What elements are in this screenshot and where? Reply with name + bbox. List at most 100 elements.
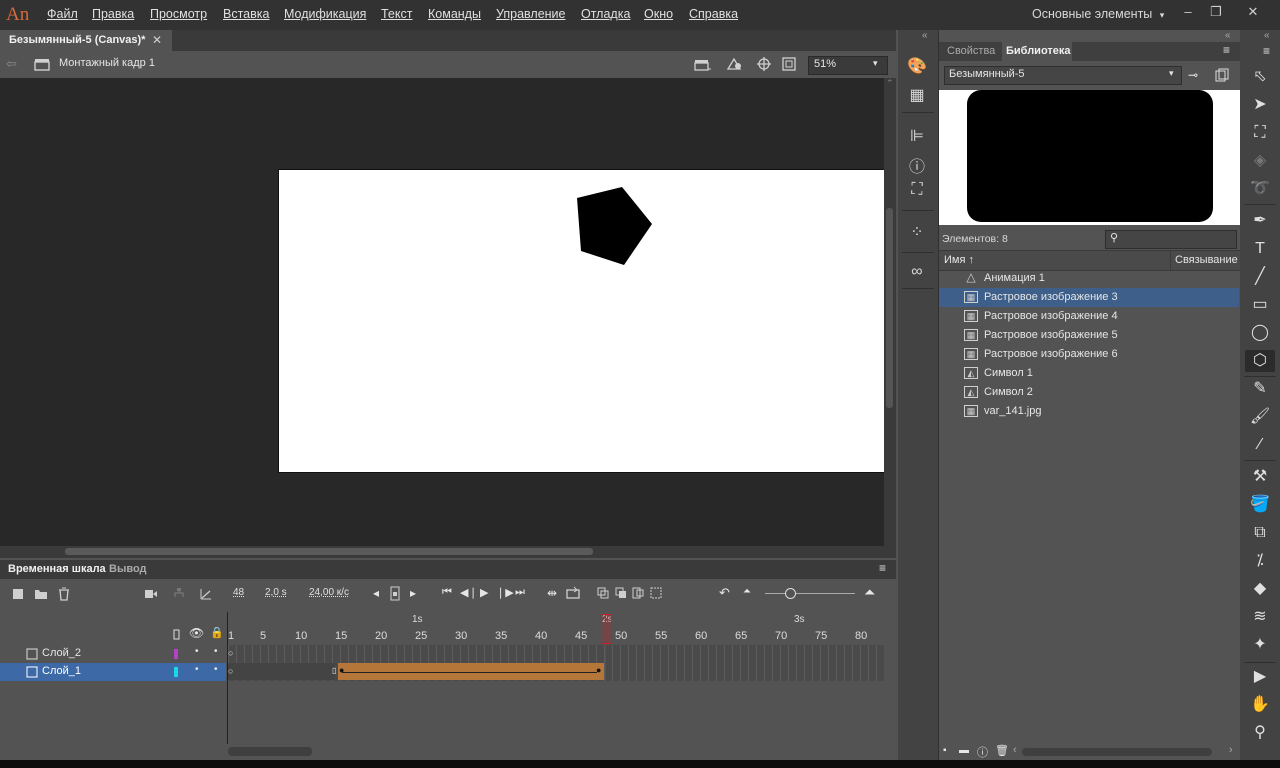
- step-forward-icon[interactable]: ❘▶: [496, 586, 514, 599]
- timeline-scrollbar[interactable]: [0, 744, 896, 760]
- collapse-panels-icon[interactable]: «: [922, 30, 928, 41]
- subselection-tool-icon[interactable]: ➤: [1249, 94, 1271, 116]
- new-folder-icon[interactable]: [34, 588, 48, 600]
- zoom-tool-icon[interactable]: ⚲: [1249, 722, 1271, 744]
- scene-name[interactable]: Монтажный кадр 1: [59, 57, 155, 69]
- edit-symbols-icon[interactable]: [725, 56, 745, 72]
- elapsed-time-field[interactable]: 2,0 s: [265, 587, 287, 598]
- new-symbol-icon[interactable]: ▪: [943, 745, 947, 756]
- layer-color-swatch[interactable]: [174, 667, 178, 677]
- menu-view[interactable]: Просмотр: [150, 7, 207, 21]
- onion-skin-outlines-icon[interactable]: [615, 587, 627, 599]
- step-back-icon[interactable]: ◀❘: [460, 586, 478, 599]
- timeline-zoom-slider-handle[interactable]: [785, 588, 796, 599]
- eyedropper-tool-icon[interactable]: ⁒: [1249, 550, 1271, 572]
- go-to-last-frame-icon[interactable]: ⏭: [515, 586, 525, 599]
- add-keyframe-icon[interactable]: [390, 586, 400, 601]
- library-item[interactable]: ▦ Растровое изображение 5: [939, 326, 1239, 345]
- play-icon[interactable]: ▶: [480, 586, 488, 599]
- modify-markers-icon[interactable]: [650, 587, 662, 599]
- menu-control[interactable]: Управление: [496, 7, 566, 21]
- library-item[interactable]: ◭ Символ 2: [939, 383, 1239, 402]
- go-to-first-frame-icon[interactable]: ⏮: [442, 586, 452, 599]
- layer-outline-icon[interactable]: [173, 629, 180, 640]
- easing-graph-icon[interactable]: [199, 587, 213, 601]
- layer-row-layer-2[interactable]: Слой_2 • •: [0, 645, 226, 663]
- library-document-select[interactable]: Безымянный-5 ▾: [944, 66, 1182, 85]
- undo-icon[interactable]: ↶: [719, 585, 730, 601]
- pentagon-shape[interactable]: [576, 186, 654, 266]
- center-stage-icon[interactable]: [756, 56, 772, 72]
- menu-window[interactable]: Окно: [644, 7, 673, 21]
- back-arrow-icon[interactable]: ⇦: [6, 56, 17, 72]
- layer-lock-dot[interactable]: •: [214, 664, 218, 675]
- next-keyframe-icon[interactable]: ▸: [410, 586, 416, 600]
- current-frame-field[interactable]: 48: [233, 587, 244, 598]
- trash-icon[interactable]: [58, 587, 70, 601]
- text-tool-icon[interactable]: T: [1249, 238, 1271, 260]
- pen-tool-icon[interactable]: ✒: [1249, 210, 1271, 232]
- swatches-icon[interactable]: ▦: [906, 85, 928, 105]
- selection-tool-icon[interactable]: ⬁: [1249, 66, 1271, 88]
- ink-bottle-tool-icon[interactable]: ⧉: [1249, 522, 1271, 544]
- prev-keyframe-icon[interactable]: ◂: [373, 586, 379, 600]
- layer-parenting-icon[interactable]: [172, 587, 186, 601]
- scroll-left-icon[interactable]: ‹: [1013, 744, 1017, 756]
- pencil-tool-icon[interactable]: ✎: [1249, 378, 1271, 400]
- motion-tween-span[interactable]: ● ●: [338, 663, 604, 680]
- eraser-tool-icon[interactable]: ◆: [1249, 578, 1271, 600]
- new-folder-icon[interactable]: ▬: [959, 745, 969, 756]
- pasteboard[interactable]: [0, 78, 886, 546]
- layer-name[interactable]: Слой_1: [42, 665, 81, 677]
- library-item[interactable]: ▦ Растровое изображение 6: [939, 345, 1239, 364]
- onion-skin-icon[interactable]: [597, 587, 609, 599]
- cc-libraries-icon[interactable]: ∞: [906, 263, 928, 283]
- empty-keyframe-icon[interactable]: ○: [228, 666, 233, 676]
- asset-warp-tool-icon[interactable]: ✦: [1249, 634, 1271, 656]
- lasso-tool-icon[interactable]: ➰: [1249, 178, 1271, 200]
- free-transform-tool-icon[interactable]: ⛶: [1249, 122, 1271, 144]
- hand-tool-icon[interactable]: ✋: [1249, 694, 1271, 716]
- scroll-right-icon[interactable]: ›: [1229, 744, 1233, 756]
- keyframe-dot[interactable]: ●: [339, 665, 344, 675]
- layer-visibility-dot[interactable]: •: [195, 646, 199, 657]
- frame-rate-field[interactable]: 24,00 к/с: [309, 587, 349, 598]
- playhead-handle[interactable]: [601, 614, 612, 644]
- column-name-header[interactable]: Имя ↑: [944, 254, 974, 266]
- edit-multiple-frames-icon[interactable]: [632, 587, 644, 599]
- menu-modify[interactable]: Модификация: [284, 7, 366, 21]
- tab-properties[interactable]: Свойства: [947, 45, 995, 57]
- menu-commands[interactable]: Команды: [428, 7, 481, 21]
- tab-timeline[interactable]: Временная шкала: [8, 563, 106, 575]
- panel-menu-icon[interactable]: ≡: [1223, 43, 1230, 57]
- collapse-panel-icon[interactable]: «: [1225, 30, 1231, 41]
- timeline-zoom-slider[interactable]: [765, 593, 855, 594]
- library-item[interactable]: ▦ var_141.jpg: [939, 402, 1239, 421]
- document-tab[interactable]: Безымянный-5 (Canvas)* ✕: [0, 30, 172, 51]
- paint-bucket-tool-icon[interactable]: 🪣: [1249, 494, 1271, 516]
- layer-row-layer-1[interactable]: Слой_1 • •: [0, 663, 226, 681]
- edit-scene-icon[interactable]: [694, 57, 712, 72]
- restore-button[interactable]: ❐: [1206, 3, 1226, 23]
- new-layer-icon[interactable]: [12, 588, 24, 600]
- library-item[interactable]: ▦ Растровое изображение 3: [939, 288, 1239, 307]
- library-item[interactable]: ▦ Растровое изображение 4: [939, 307, 1239, 326]
- 3d-rotation-tool-icon[interactable]: ◈: [1249, 150, 1271, 172]
- stage-vertical-scroll-thumb[interactable]: [886, 208, 893, 408]
- transform-icon[interactable]: ⛶: [906, 181, 928, 201]
- layer-lock-dot[interactable]: •: [214, 646, 218, 657]
- collapse-tools-icon[interactable]: «: [1264, 30, 1270, 41]
- menu-edit[interactable]: Правка: [92, 7, 134, 21]
- line-tool-icon[interactable]: ╱: [1249, 266, 1271, 288]
- layer-name[interactable]: Слой_2: [42, 647, 81, 659]
- workspace-switcher[interactable]: Основные элементы ▾: [1032, 7, 1164, 21]
- stage-canvas[interactable]: [278, 169, 886, 473]
- menu-debug[interactable]: Отладка: [581, 7, 630, 21]
- library-search-input[interactable]: ⚲: [1105, 230, 1237, 249]
- zoom-in-timeline-icon[interactable]: ⏶: [864, 584, 875, 601]
- timeline-ruler[interactable]: 1s 2s 3s 1 5 10 15 20 25 30 35 40 45 50 55 60 65 70 75 8…: [226, 612, 884, 645]
- properties-icon[interactable]: ⓘ: [977, 744, 988, 760]
- static-frames-span[interactable]: [228, 663, 335, 680]
- tab-library[interactable]: Библиотека: [1006, 45, 1071, 57]
- components-icon[interactable]: ⁘: [906, 222, 928, 242]
